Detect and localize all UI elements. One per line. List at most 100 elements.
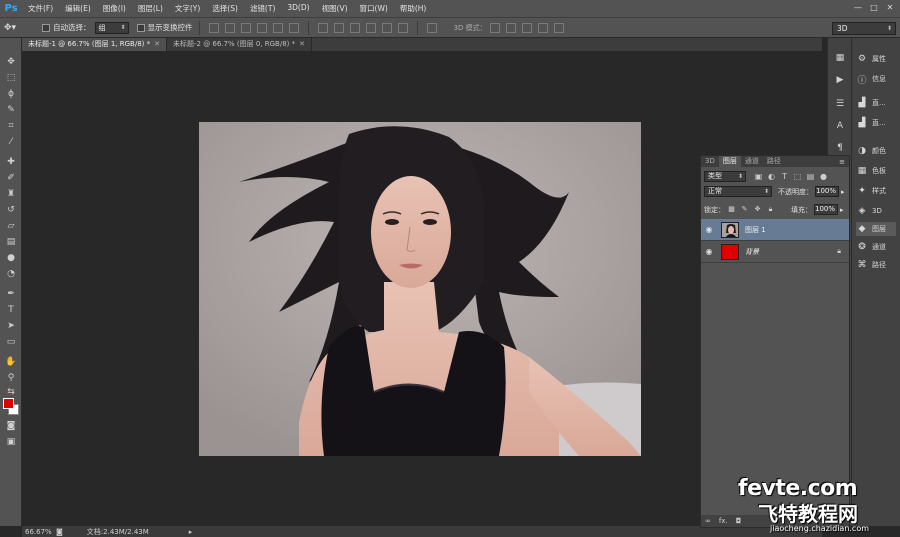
fill-field[interactable]: 100% — [814, 204, 838, 215]
character-panel-icon[interactable]: A — [833, 120, 847, 132]
menu-item-6[interactable]: 滤镜(T) — [244, 3, 281, 14]
distribute-left-icon[interactable] — [365, 22, 376, 33]
3d-roll-icon[interactable] — [505, 22, 516, 33]
workspace-dropdown[interactable]: 3D — [832, 22, 896, 35]
healing-brush-tool-icon[interactable]: ✚ — [4, 156, 18, 169]
close-tab-icon[interactable]: ✕ — [299, 40, 305, 48]
menu-item-10[interactable]: 帮助(H) — [394, 3, 433, 14]
path-selection-tool-icon[interactable]: ➤ — [4, 320, 18, 333]
align-vcenter-icon[interactable] — [224, 22, 235, 33]
distribute-right-icon[interactable] — [397, 22, 408, 33]
status-expand-arrow-icon[interactable]: ▸ — [189, 528, 193, 536]
visibility-eye-icon[interactable]: ◉ — [701, 247, 717, 256]
align-hcenter-icon[interactable] — [272, 22, 283, 33]
panel-button-9[interactable]: ❂ 通道 — [856, 240, 896, 254]
pen-tool-icon[interactable]: ✒ — [4, 288, 18, 301]
panel-button-2[interactable]: ▟ 直... — [856, 96, 896, 110]
lock-image-icon[interactable]: ✎ — [740, 205, 749, 214]
lasso-tool-icon[interactable]: ϕ — [4, 88, 18, 101]
screen-mode-icon[interactable]: ▣ — [4, 436, 18, 449]
blur-tool-icon[interactable]: ● — [4, 252, 18, 265]
panel-button-1[interactable]: ⓘ 信息 — [856, 72, 896, 86]
hand-tool-icon[interactable]: ✋ — [4, 356, 18, 369]
panel-button-5[interactable]: ▦ 色板 — [856, 164, 896, 178]
shape-tool-icon[interactable]: ▭ — [4, 336, 18, 349]
align-left-icon[interactable] — [256, 22, 267, 33]
distribute-bottom-icon[interactable] — [349, 22, 360, 33]
menu-item-4[interactable]: 文字(Y) — [169, 3, 206, 14]
tab-channels[interactable]: 通道 — [741, 156, 763, 167]
menu-item-3[interactable]: 图层(L) — [132, 3, 169, 14]
layer-row-background[interactable]: ◉ 背景 🔒︎ — [701, 241, 849, 263]
filter-pixel-icon[interactable]: ▣ — [754, 172, 763, 181]
layer-filter-dropdown[interactable]: 类型 — [704, 171, 746, 182]
menu-item-1[interactable]: 编辑(E) — [59, 3, 97, 14]
auto-align-icon[interactable] — [426, 22, 437, 33]
panel-button-3[interactable]: ▟ 直... — [856, 116, 896, 130]
close-tab-icon[interactable]: ✕ — [154, 40, 160, 48]
menu-item-8[interactable]: 视图(V) — [316, 3, 354, 14]
tab-layers[interactable]: 图层 — [718, 156, 741, 167]
show-transform-checkbox[interactable] — [136, 23, 145, 32]
clone-stamp-tool-icon[interactable]: ♜ — [4, 188, 18, 201]
menu-item-9[interactable]: 窗口(W) — [354, 3, 394, 14]
quick-select-tool-icon[interactable]: ✎ — [4, 104, 18, 117]
opacity-arrow-icon[interactable]: ▸ — [841, 188, 845, 196]
eyedropper-tool-icon[interactable]: ⁄ — [4, 136, 18, 149]
menu-item-0[interactable]: 文件(F) — [22, 3, 59, 14]
panel-button-4[interactable]: ◑ 颜色 — [856, 144, 896, 158]
minimize-button[interactable]: — — [852, 2, 864, 14]
link-layers-icon[interactable]: ∞ — [705, 517, 711, 525]
tab-paths[interactable]: 路径 — [763, 156, 785, 167]
panel-button-10[interactable]: ⌘ 路径 — [856, 258, 896, 272]
3d-pan-icon[interactable] — [521, 22, 532, 33]
menu-item-2[interactable]: 图像(I) — [97, 3, 132, 14]
distribute-top-icon[interactable] — [317, 22, 328, 33]
dodge-tool-icon[interactable]: ◔ — [4, 268, 18, 281]
tab-3d[interactable]: 3D — [701, 156, 719, 167]
status-info-icon[interactable]: ◙ — [56, 528, 63, 536]
zoom-tool-icon[interactable]: ⚲ — [4, 372, 18, 385]
filter-type-icon[interactable]: T — [780, 172, 789, 181]
panel-button-0[interactable]: ⚙ 属性 — [856, 52, 896, 66]
distribute-vcenter-icon[interactable] — [333, 22, 344, 33]
gradient-tool-icon[interactable]: ▤ — [4, 236, 18, 249]
marquee-tool-icon[interactable]: ⬚ — [4, 72, 18, 85]
auto-select-dropdown[interactable]: 组 — [94, 21, 129, 34]
tab-document-2[interactable]: 未标题-2 @ 66.7% (图层 0, RGB/8) * ✕ — [167, 38, 312, 51]
foreground-color-swatch[interactable] — [3, 398, 14, 409]
panel-button-6[interactable]: ✦ 样式 — [856, 184, 896, 198]
menu-item-5[interactable]: 选择(S) — [206, 3, 244, 14]
menu-item-7[interactable]: 3D(D) — [281, 3, 315, 14]
move-tool-icon[interactable]: ✥ — [4, 56, 18, 69]
3d-rotate-icon[interactable] — [489, 22, 500, 33]
panel-button-8[interactable]: ◆ 图层 — [856, 222, 896, 236]
history-brush-tool-icon[interactable]: ↺ — [4, 204, 18, 217]
align-top-icon[interactable] — [208, 22, 219, 33]
document-canvas[interactable] — [199, 122, 641, 456]
opacity-field[interactable]: 100% — [815, 186, 839, 197]
align-right-icon[interactable] — [288, 22, 299, 33]
quick-mask-icon[interactable]: ◙ — [4, 420, 18, 433]
align-bottom-icon[interactable] — [240, 22, 251, 33]
filter-toggle-icon[interactable]: ● — [819, 172, 828, 181]
crop-tool-icon[interactable]: ⌗ — [4, 120, 18, 133]
close-button[interactable]: ✕ — [884, 2, 896, 14]
maximize-button[interactable]: □ — [868, 2, 880, 14]
actions-panel-icon[interactable]: ▶ — [833, 74, 847, 86]
filter-smart-icon[interactable]: ▤ — [806, 172, 815, 181]
zoom-level[interactable]: 66.67% — [22, 528, 56, 536]
distribute-hcenter-icon[interactable] — [381, 22, 392, 33]
lock-position-icon[interactable]: ✥ — [753, 205, 762, 214]
move-tool-preset-icon[interactable]: ✥▾ — [4, 20, 34, 36]
blend-mode-dropdown[interactable]: 正常 — [704, 186, 772, 197]
tab-document-1[interactable]: 未标题-1 @ 66.7% (图层 1, RGB/8) * ✕ — [22, 38, 167, 51]
lock-transparent-icon[interactable]: ▩ — [727, 205, 736, 214]
3d-slide-icon[interactable] — [537, 22, 548, 33]
3d-scale-icon[interactable] — [553, 22, 564, 33]
history-panel-icon[interactable]: ▦ — [833, 52, 847, 64]
filter-shape-icon[interactable]: ⬚ — [793, 172, 802, 181]
brush-tool-icon[interactable]: ✐ — [4, 172, 18, 185]
eraser-tool-icon[interactable]: ▱ — [4, 220, 18, 233]
auto-select-checkbox[interactable] — [42, 23, 50, 32]
